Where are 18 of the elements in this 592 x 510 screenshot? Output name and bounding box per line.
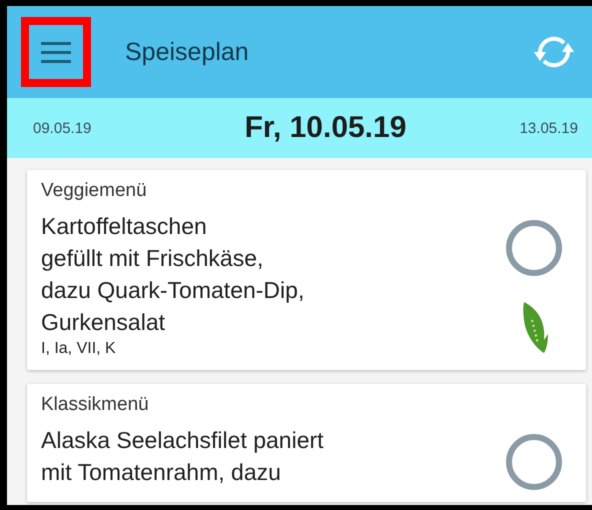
meal-description-line: dazu Quark-Tomaten-Dip, <box>41 276 306 305</box>
next-date[interactable]: 13.05.19 <box>520 120 578 136</box>
menu-button[interactable] <box>21 17 91 87</box>
meal-description-line: mit Tomatenrahm, dazu <box>41 458 282 487</box>
menu-category: Klassikmenü <box>41 394 150 416</box>
refresh-icon[interactable] <box>532 34 576 70</box>
meal-description-line: gefüllt mit Frischkäse, <box>41 244 264 273</box>
meal-description-line: Gurkensalat <box>41 308 166 337</box>
menu-icon <box>39 39 73 65</box>
meal-description-line: Alaska Seelachsfilet paniert <box>41 426 325 455</box>
current-date: Fr, 10.05.19 <box>244 111 406 145</box>
previous-date[interactable]: 09.05.19 <box>33 120 92 136</box>
menu-card[interactable]: Klassikmenü Alaska Seelachsfilet paniert mit Tomatenrahm, dazu <box>27 384 586 502</box>
allergen-codes: I, Ia, VII, K <box>41 340 117 358</box>
meal-description-line: Kartoffeltaschen <box>41 212 208 241</box>
menu-category: Veggiemenü <box>41 180 148 202</box>
menu-card[interactable]: Veggiemenü Kartoffeltaschen gefüllt mit Frischkäse, dazu Quark-Tomaten-Dip, Gurkensalat I, Ia, VII, K <box>27 170 586 370</box>
app-title: Speiseplan <box>125 38 250 66</box>
